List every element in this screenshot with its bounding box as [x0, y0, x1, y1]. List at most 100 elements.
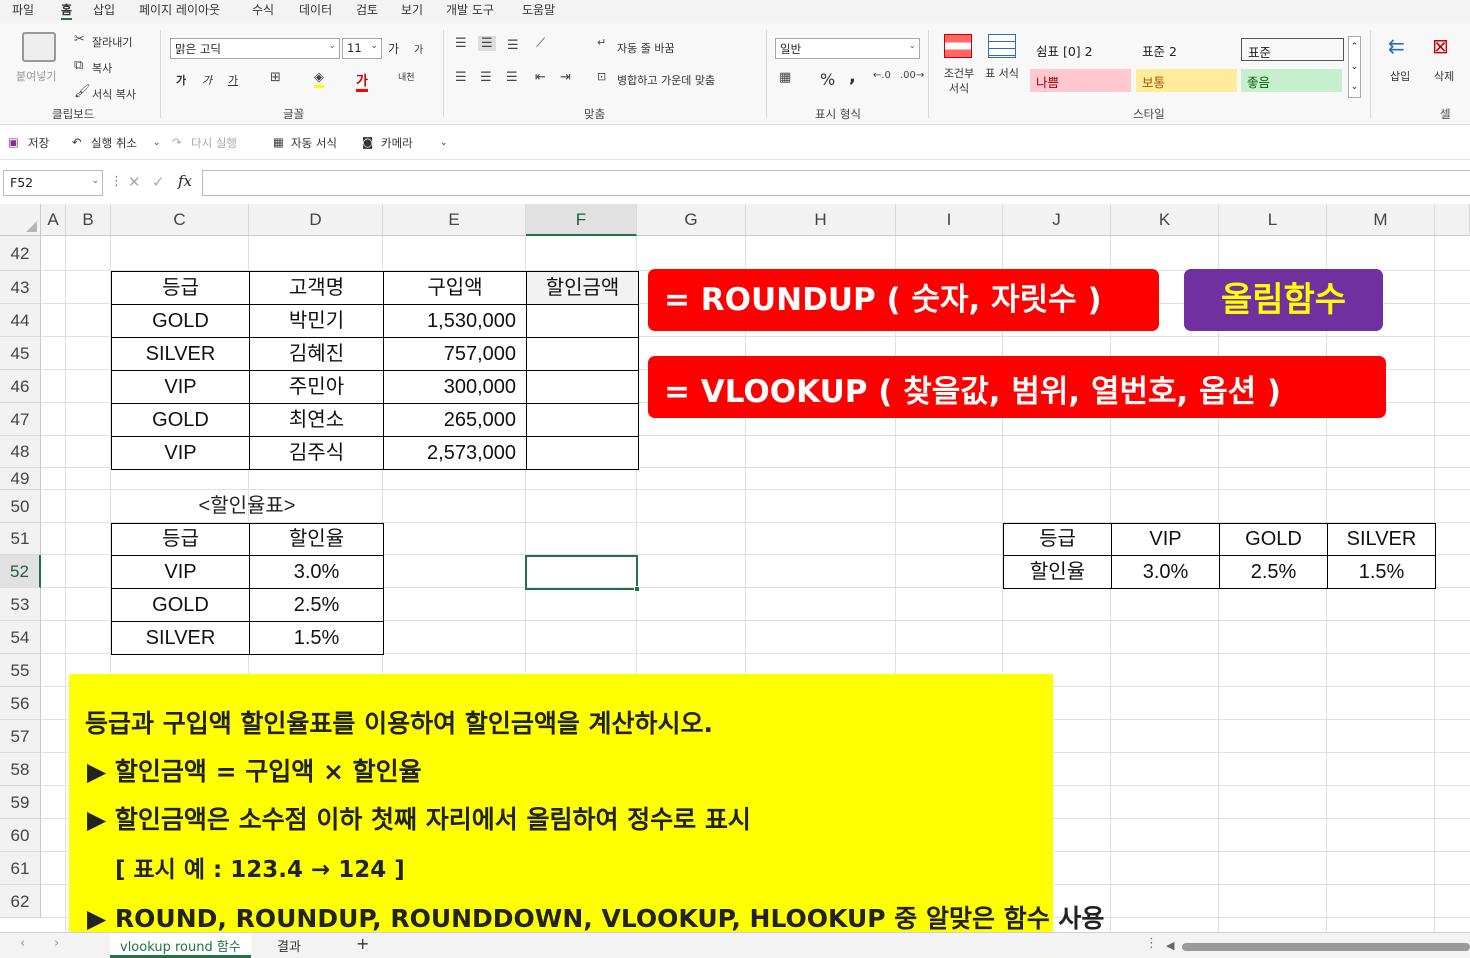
main-table-cell[interactable]: 박민기: [249, 304, 384, 338]
main-table-cell[interactable]: VIP: [111, 436, 250, 470]
horizontal-scrollbar[interactable]: [1182, 943, 1470, 951]
row-header-60[interactable]: 60: [0, 819, 41, 852]
shrink-font-button[interactable]: 가: [414, 41, 423, 56]
cut-button[interactable]: 잘라내기: [92, 34, 132, 50]
conditional-format-icon[interactable]: [944, 34, 972, 58]
row-header-50[interactable]: 50: [0, 490, 41, 523]
row-header-62[interactable]: 62: [0, 885, 41, 918]
style-good[interactable]: 좋음: [1241, 69, 1342, 92]
row-header-59[interactable]: 59: [0, 786, 41, 819]
menu-help[interactable]: 도움말: [522, 1, 555, 18]
discount-amount-cell[interactable]: [526, 304, 639, 338]
camera-button[interactable]: 카메라: [381, 135, 413, 151]
column-header-E[interactable]: E: [383, 204, 526, 236]
add-sheet-button[interactable]: +: [356, 934, 369, 953]
h-table-cell[interactable]: GOLD: [1219, 523, 1328, 556]
row-header-45[interactable]: 45: [0, 337, 41, 370]
percent-button[interactable]: %: [820, 70, 835, 89]
row-header-57[interactable]: 57: [0, 720, 41, 753]
menu-home[interactable]: 홈: [61, 1, 73, 20]
italic-button[interactable]: 가: [202, 72, 212, 88]
underline-button[interactable]: 가: [228, 72, 238, 88]
align-top-icon[interactable]: ☰: [455, 36, 467, 51]
main-table-header[interactable]: 할인금액: [526, 271, 639, 305]
row-header-48[interactable]: 48: [0, 436, 41, 468]
selected-cell[interactable]: [525, 555, 640, 592]
phonetic-button[interactable]: 내천: [398, 70, 415, 83]
rate-table-cell[interactable]: 2.5%: [249, 588, 384, 622]
column-header-I[interactable]: I: [896, 204, 1003, 236]
autoformat-button[interactable]: 자동 서식: [291, 135, 337, 151]
prev-sheet-icon[interactable]: ‹: [20, 936, 25, 951]
main-table-cell[interactable]: 1,530,000: [383, 304, 527, 338]
column-header-C[interactable]: C: [111, 204, 249, 236]
h-table-cell[interactable]: 할인율: [1003, 555, 1112, 589]
font-color-button[interactable]: 가: [356, 70, 368, 92]
insert-cells-button[interactable]: 삽입: [1390, 68, 1410, 84]
paste-icon[interactable]: [22, 32, 56, 62]
main-table-cell[interactable]: 2,573,000: [383, 436, 527, 470]
delete-cells-icon[interactable]: ⊠: [1432, 34, 1449, 58]
align-bottom-icon[interactable]: ☰: [507, 38, 519, 53]
formula-input[interactable]: [202, 170, 1470, 196]
discount-amount-cell[interactable]: [526, 403, 639, 437]
h-table-cell[interactable]: 3.0%: [1111, 555, 1220, 589]
column-header-G[interactable]: G: [637, 204, 746, 236]
main-table-cell[interactable]: SILVER: [111, 337, 250, 371]
style-normal-2[interactable]: 표준 2: [1136, 38, 1239, 61]
grow-font-button[interactable]: 가: [388, 40, 399, 57]
main-table-cell[interactable]: 757,000: [383, 337, 527, 371]
sheet-tab-result[interactable]: 결과: [277, 936, 301, 955]
rate-table-cell[interactable]: VIP: [111, 555, 250, 589]
row-header-58[interactable]: 58: [0, 753, 41, 786]
font-size-select[interactable]: 11 ⌄: [342, 38, 382, 59]
h-table-cell[interactable]: VIP: [1111, 523, 1220, 556]
menu-data[interactable]: 데이터: [299, 1, 332, 18]
comma-button[interactable]: ,: [849, 66, 856, 87]
copy-button[interactable]: 복사: [92, 60, 112, 76]
sheet-tab-active[interactable]: vlookup round 함수: [110, 933, 251, 958]
main-table-cell[interactable]: GOLD: [111, 403, 250, 437]
name-box[interactable]: F52 ⌄: [3, 170, 103, 196]
menu-view[interactable]: 보기: [401, 1, 423, 18]
merge-center-button[interactable]: 병합하고 가운데 맞춤: [617, 72, 715, 88]
enter-icon[interactable]: ✓: [152, 173, 165, 191]
row-header-61[interactable]: 61: [0, 852, 41, 885]
table-format-button[interactable]: 표 서식: [984, 66, 1020, 81]
column-header-M[interactable]: M: [1327, 204, 1435, 236]
main-table-cell[interactable]: 300,000: [383, 370, 527, 404]
insert-cells-icon[interactable]: ⇇: [1388, 34, 1405, 58]
column-header-K[interactable]: K: [1111, 204, 1219, 236]
row-header-42[interactable]: 42: [0, 236, 41, 271]
decrease-decimal-icon[interactable]: .00→: [900, 70, 924, 81]
align-right-icon[interactable]: ☰: [506, 70, 518, 85]
save-button[interactable]: 저장: [28, 135, 49, 151]
increase-decimal-icon[interactable]: ←.0: [873, 70, 891, 81]
customize-qat-icon[interactable]: ⌄: [440, 138, 448, 148]
rate-table-cell[interactable]: 3.0%: [249, 555, 384, 589]
main-table-cell[interactable]: 김혜진: [249, 337, 384, 371]
h-table-cell[interactable]: SILVER: [1327, 523, 1436, 556]
main-table-cell[interactable]: 265,000: [383, 403, 527, 437]
align-middle-icon[interactable]: ☰: [478, 36, 496, 51]
main-table-cell[interactable]: 최연소: [249, 403, 384, 437]
orientation-icon[interactable]: ⟋: [536, 36, 545, 51]
fill-handle[interactable]: [634, 586, 640, 592]
worksheet-grid[interactable]: ABCDEFGHIJKLM 42 43 44 45 46 47 48 49 50 51 52 53 54…: [0, 204, 1470, 932]
select-all-corner[interactable]: [0, 204, 41, 236]
delete-cells-button[interactable]: 삭제: [1434, 68, 1454, 84]
main-table-cell[interactable]: 주민아: [249, 370, 384, 404]
row-header-49[interactable]: 49: [0, 468, 41, 490]
next-sheet-icon[interactable]: ›: [54, 936, 59, 951]
table-format-icon[interactable]: [988, 34, 1016, 58]
main-table-header[interactable]: 구입액: [383, 271, 527, 305]
menu-developer[interactable]: 개발 도구: [446, 1, 494, 18]
accounting-format-icon[interactable]: ▦: [779, 70, 791, 85]
menu-review[interactable]: 검토: [356, 1, 378, 18]
column-header-D[interactable]: D: [249, 204, 383, 236]
column-header-A[interactable]: A: [41, 204, 66, 236]
row-header-46[interactable]: 46: [0, 370, 41, 403]
rate-table-cell[interactable]: SILVER: [111, 621, 250, 655]
h-table-cell[interactable]: 1.5%: [1327, 555, 1436, 589]
redo-button[interactable]: 다시 실행: [191, 135, 237, 151]
